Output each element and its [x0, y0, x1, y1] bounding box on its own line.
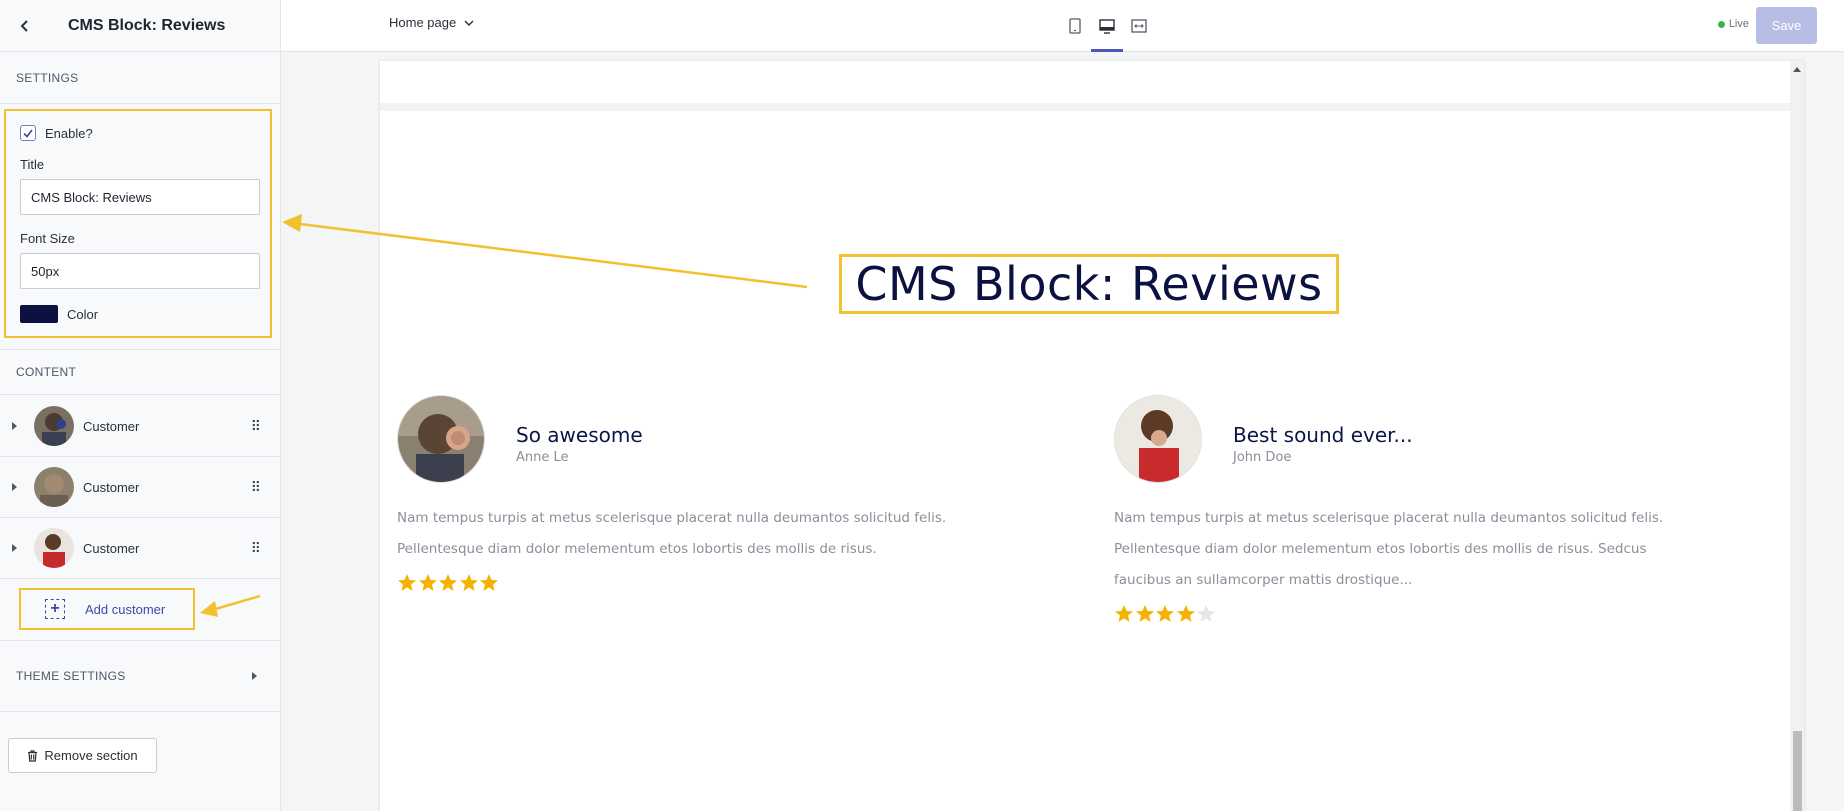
scroll-thumb[interactable] — [1793, 731, 1802, 811]
drag-handle-icon[interactable]: ⠿ — [251, 480, 261, 494]
add-icon: + — [45, 599, 65, 619]
content-heading: CONTENT — [16, 365, 77, 379]
review-text: Nam tempus turpis at metus scelerisque p… — [1114, 510, 1664, 588]
trash-icon — [28, 749, 38, 762]
page-select[interactable]: Home page — [389, 15, 474, 30]
color-row: Color — [20, 305, 258, 323]
enable-row[interactable]: Enable? — [20, 125, 258, 141]
chevron-right-icon — [252, 672, 257, 680]
star-filled-icon — [1176, 605, 1195, 622]
star-empty-icon — [1197, 605, 1215, 622]
customer-item[interactable]: Customer ⠿ — [0, 518, 281, 579]
settings-panel: Enable? Title Font Size Color — [4, 109, 272, 338]
title-field-label: Title — [20, 157, 45, 172]
sidebar-title: CMS Block: Reviews — [68, 16, 226, 34]
review-title: Best sound ever... — [1233, 423, 1413, 447]
view-switcher — [1059, 14, 1155, 52]
reviews-headline: CMS Block: Reviews — [855, 257, 1323, 311]
sidebar: CMS Block: Reviews SETTINGS Enable? Titl… — [0, 0, 281, 811]
star-filled-icon — [480, 574, 498, 591]
color-swatch[interactable] — [20, 305, 58, 323]
review-text: Nam tempus turpis at metus scelerisque p… — [397, 510, 947, 557]
drag-handle-icon[interactable]: ⠿ — [251, 419, 261, 433]
customer-item[interactable]: Customer ⠿ — [0, 457, 281, 518]
color-label: Color — [67, 306, 99, 322]
section-divider — [380, 103, 1804, 111]
theme-settings-label: THEME SETTINGS — [16, 669, 126, 683]
star-filled-icon — [1115, 605, 1133, 622]
font-size-input[interactable] — [20, 253, 260, 289]
drag-handle-icon[interactable]: ⠿ — [251, 541, 261, 555]
customer-label: Customer — [83, 540, 140, 556]
customer-label: Customer — [83, 418, 140, 434]
expand-caret-icon[interactable] — [12, 422, 17, 430]
star-filled-icon — [1156, 605, 1174, 622]
star-filled-icon — [418, 574, 437, 591]
customer-avatar — [34, 406, 74, 446]
check-icon — [23, 129, 33, 138]
settings-heading: SETTINGS — [16, 70, 79, 85]
live-label: Live — [1728, 18, 1749, 30]
chevron-down-icon — [464, 20, 474, 26]
preview-scrollbar[interactable] — [1790, 61, 1804, 811]
page-select-label: Home page — [389, 15, 457, 30]
headline-highlight: CMS Block: Reviews — [839, 254, 1339, 314]
customer-label: Customer — [83, 479, 140, 495]
expand-caret-icon[interactable] — [12, 483, 17, 491]
mobile-view-button[interactable] — [1059, 14, 1091, 38]
save-button[interactable]: Save — [1756, 7, 1817, 44]
review-author: John Doe — [1233, 450, 1292, 465]
reviewer-avatar — [1114, 395, 1202, 483]
live-status: Live — [1717, 18, 1749, 30]
rating-stars — [1114, 604, 1714, 624]
remove-section-label: Remove section — [44, 748, 138, 763]
preview-canvas: CMS Block: Reviews So awesome Anne Le Na… — [380, 61, 1804, 811]
customer-avatar — [34, 467, 74, 507]
mobile-icon — [1069, 18, 1081, 34]
expand-caret-icon[interactable] — [12, 544, 17, 552]
review-card: Best sound ever... John Doe Nam tempus t… — [1114, 395, 1714, 624]
font-size-label: Font Size — [20, 231, 75, 246]
add-customer-button[interactable]: + Add customer — [19, 588, 195, 630]
reviewer-avatar — [397, 395, 485, 483]
arrowhead-icon — [282, 214, 302, 232]
sidebar-header: CMS Block: Reviews — [0, 0, 280, 52]
settings-section-label: SETTINGS — [0, 52, 280, 104]
back-button[interactable] — [14, 15, 36, 37]
desktop-icon — [1099, 18, 1115, 34]
star-filled-icon — [439, 574, 457, 591]
expand-horizontal-icon — [1131, 19, 1147, 33]
remove-section-button[interactable]: Remove section — [8, 738, 157, 773]
enable-checkbox[interactable] — [20, 125, 36, 141]
content-section-label: CONTENT — [0, 349, 281, 395]
rating-stars — [397, 573, 997, 593]
theme-settings-toggle[interactable]: THEME SETTINGS — [0, 640, 281, 712]
topbar: Home page Live Save — [281, 0, 1844, 52]
desktop-view-button[interactable] — [1091, 14, 1123, 52]
add-customer-label: Add customer — [85, 601, 166, 617]
customer-item[interactable]: Customer ⠿ — [0, 396, 281, 457]
customer-avatar — [34, 528, 74, 568]
title-input[interactable] — [20, 179, 260, 215]
review-title: So awesome — [516, 423, 643, 447]
star-filled-icon — [398, 574, 416, 591]
fullwidth-view-button[interactable] — [1123, 14, 1155, 38]
review-author: Anne Le — [516, 450, 569, 465]
enable-label: Enable? — [45, 125, 93, 141]
scroll-up-icon[interactable] — [1793, 67, 1801, 72]
star-filled-icon — [459, 574, 478, 591]
star-filled-icon — [1135, 605, 1154, 622]
chevron-left-icon — [20, 19, 28, 32]
live-dot-icon — [1717, 20, 1725, 28]
review-card: So awesome Anne Le Nam tempus turpis at … — [397, 395, 997, 593]
